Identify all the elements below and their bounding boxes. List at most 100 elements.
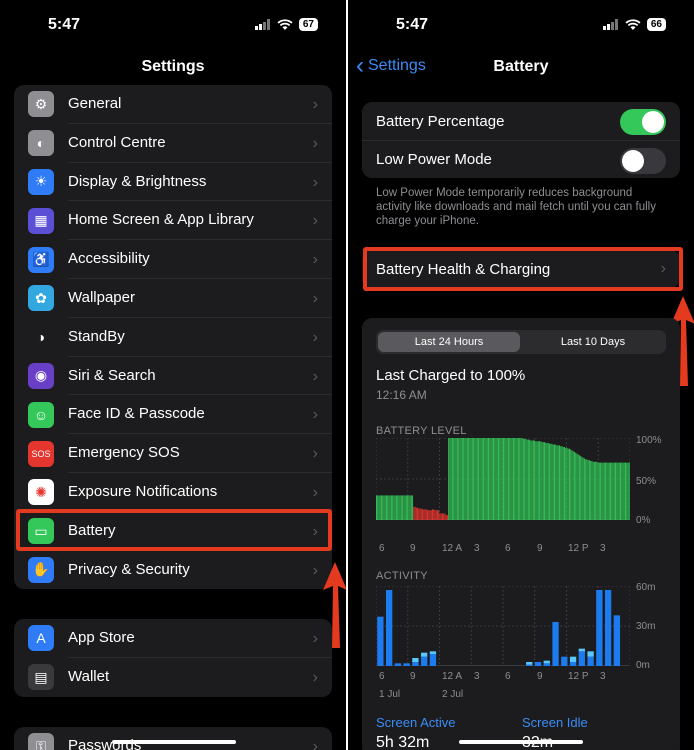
time-range-segmented-control[interactable]: Last 24 Hours Last 10 Days xyxy=(376,330,666,354)
settings-row-accessibility[interactable]: ♿ Accessibility › xyxy=(14,240,332,279)
activity-xtick-2: 12 A xyxy=(442,671,463,682)
battery-level-bar xyxy=(480,438,482,520)
settings-row-label: Emergency SOS xyxy=(68,434,332,473)
home-indicator[interactable] xyxy=(459,740,583,744)
status-icons: 67 xyxy=(254,18,318,31)
settings-row-wallet[interactable]: ▤ Wallet › xyxy=(14,658,332,697)
chevron-right-icon: › xyxy=(312,483,318,501)
settings-row-label: Wallet xyxy=(68,667,110,685)
battery-level-bar xyxy=(398,495,400,520)
battery-xtick-1: 9 xyxy=(410,543,416,554)
battery-level-bar xyxy=(481,438,483,520)
settings-row-standby[interactable]: ◑ StandBy › xyxy=(14,318,332,357)
settings-row-face-id-passcode[interactable]: ☺ Face ID & Passcode › xyxy=(14,395,332,435)
battery-level-bar xyxy=(490,438,492,520)
chevron-right-icon: › xyxy=(312,630,318,647)
battery-level-bar xyxy=(530,440,532,520)
battery-level-bar xyxy=(388,495,390,520)
activity-xtick-6: 12 P xyxy=(568,671,589,682)
battery-level-bar xyxy=(432,509,433,520)
settings-row-general[interactable]: ⚙ General › xyxy=(14,85,332,124)
standby-icon: ◑ xyxy=(28,324,54,351)
settings-row-app-store[interactable]: A App Store › xyxy=(14,619,332,658)
battery-level-bar xyxy=(566,447,568,520)
battery-level-bar xyxy=(507,438,509,520)
battery-level-bar xyxy=(537,441,539,520)
battery-level-bar xyxy=(392,495,394,520)
settings-row-exposure-notifications[interactable]: ✺ Exposure Notifications › xyxy=(14,473,332,512)
battery-level-bar xyxy=(598,462,600,520)
toggle-knob xyxy=(622,150,644,172)
settings-row-display-brightness[interactable]: ☀ Display & Brightness › xyxy=(14,163,332,202)
settings-row-emergency-sos[interactable]: SOS Emergency SOS › xyxy=(14,434,332,473)
battery-level-bar xyxy=(546,442,548,520)
battery-level-bar xyxy=(500,438,502,520)
settings-row-label: Control Centre xyxy=(68,124,332,163)
battery-level-bar xyxy=(403,495,405,520)
battery-level-bar xyxy=(580,456,582,520)
segment-last-24-hours[interactable]: Last 24 Hours xyxy=(378,332,520,352)
battery-level-bar xyxy=(425,509,427,520)
battery-level-bar xyxy=(394,495,396,520)
battery-level-bar xyxy=(516,438,518,520)
settings-row-wallpaper[interactable]: ✿ Wallpaper › xyxy=(14,279,332,318)
battery-level-bar xyxy=(412,495,414,520)
battery-level-bar xyxy=(570,449,572,520)
battery-level-bar xyxy=(557,445,559,520)
battery-level-bar xyxy=(517,438,519,520)
battery-level-bar xyxy=(404,495,406,520)
battery-percentage-row: Battery Percentage xyxy=(362,102,680,140)
battery-level-bar xyxy=(615,462,617,520)
battery-level-bar xyxy=(459,438,461,520)
battery-level-bar xyxy=(458,438,460,520)
battery-level-bar xyxy=(443,513,445,520)
battery-level-bar xyxy=(488,438,490,520)
chevron-right-icon: › xyxy=(312,738,318,750)
battery-level-bar xyxy=(422,509,424,520)
battery-health-highlight-box xyxy=(363,247,683,291)
low-power-mode-toggle[interactable] xyxy=(620,148,666,174)
settings-row-control-centre[interactable]: ◐ Control Centre › xyxy=(14,124,332,163)
battery-level-bar xyxy=(489,438,491,520)
battery-xtick-5: 9 xyxy=(537,543,543,554)
screen-idle-bar xyxy=(429,651,437,654)
battery-level-bar xyxy=(387,495,389,520)
battery-level-bar xyxy=(626,462,628,520)
status-time: 5:47 xyxy=(48,16,81,33)
settings-row-home-screen-app-library[interactable]: ▦ Home Screen & App Library › xyxy=(14,201,332,241)
battery-level-bar xyxy=(471,438,473,520)
battery-level-bar xyxy=(581,456,583,520)
battery-level-bar xyxy=(413,506,415,520)
sun-icon: ☀ xyxy=(28,168,54,195)
hand-icon: ✋ xyxy=(28,556,54,583)
battery-percentage-toggle[interactable] xyxy=(620,109,666,135)
battery-level-bar xyxy=(559,445,560,520)
battery-level-bar xyxy=(592,461,594,520)
battery-level-bar xyxy=(622,462,624,520)
key-icon: ⚿ xyxy=(28,733,54,750)
settings-row-label: Accessibility xyxy=(68,240,332,279)
settings-row-privacy-security[interactable]: ✋ Privacy & Security › xyxy=(14,551,332,590)
battery-level-bar xyxy=(531,440,533,520)
toggles-icon: ◐ xyxy=(28,130,54,157)
battery-level-bar xyxy=(610,462,612,520)
segment-last-10-days[interactable]: Last 10 Days xyxy=(522,332,664,352)
battery-level-bar xyxy=(420,508,422,520)
battery-level-bar xyxy=(463,438,465,520)
battery-level-bar xyxy=(506,438,508,520)
battery-level-bar xyxy=(544,442,546,520)
screen-active-bar xyxy=(587,656,594,666)
battery-level-bar xyxy=(567,448,569,520)
settings-row-passwords[interactable]: ⚿ Passwords › xyxy=(14,727,332,750)
battery-level-bar xyxy=(395,495,397,520)
chevron-right-icon: › xyxy=(312,367,318,385)
battery-level-bar xyxy=(588,460,590,520)
chevron-right-icon: › xyxy=(312,406,318,424)
settings-row-siri-search[interactable]: ◉ Siri & Search › xyxy=(14,357,332,396)
home-indicator[interactable] xyxy=(112,740,236,744)
accessibility-icon: ♿ xyxy=(28,246,54,273)
settings-screen: 5:47 67 Settings ⚙ General › ◐ Control Centr… xyxy=(0,0,346,750)
page-title: Settings xyxy=(141,58,205,75)
battery-level-bar xyxy=(603,462,605,520)
battery-level-bar xyxy=(476,438,478,520)
